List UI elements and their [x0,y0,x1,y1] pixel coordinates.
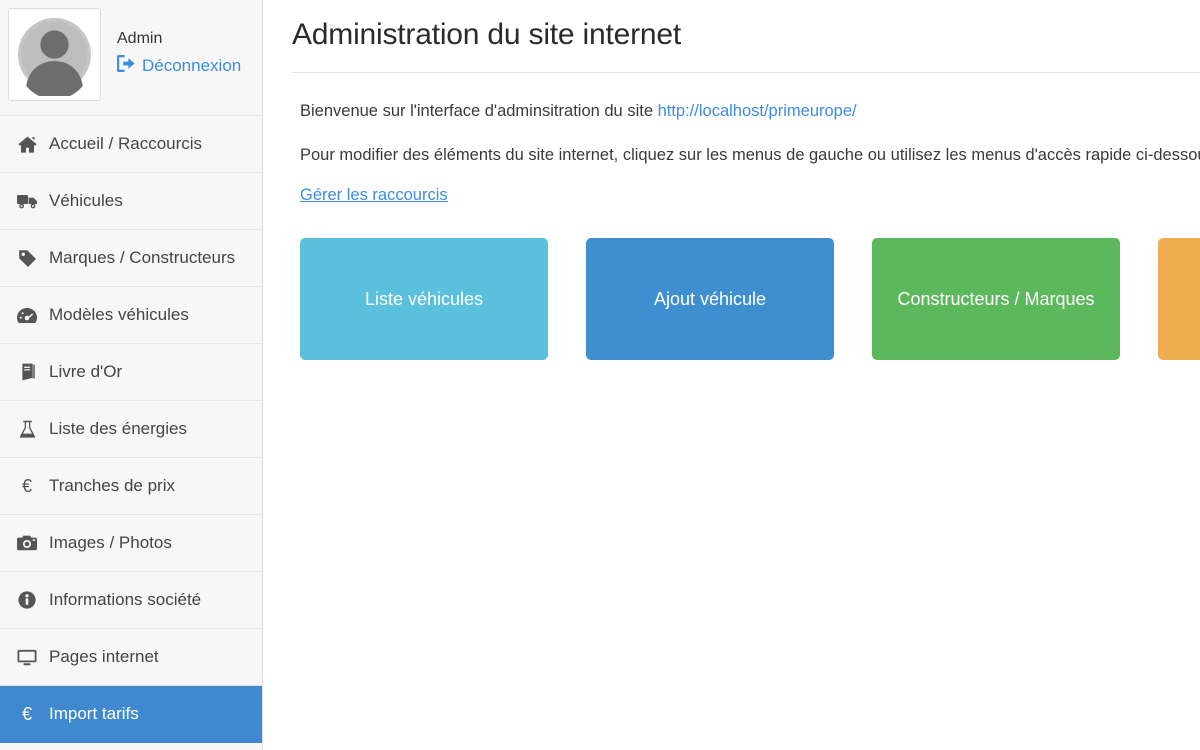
sidebar-item-modeles-vehicules[interactable]: Modèles véhicules [0,287,262,344]
sidebar-item-vehicules[interactable]: Véhicules [0,173,262,230]
camera-icon [14,535,40,551]
site-url-link[interactable]: http://localhost/primeurope/ [658,102,857,120]
shortcut-tiles: Liste véhicules Ajout véhicule Construct… [300,238,1200,361]
instructions-paragraph: Pour modifier des éléments du site inter… [300,145,1200,164]
user-name: Admin [117,30,163,47]
page-title: Administration du site internet [292,18,682,51]
logout-link[interactable]: Déconnexion [117,55,241,77]
shortcut-tile-ajout-vehicule[interactable]: Ajout véhicule [586,238,834,361]
avatar [8,8,101,101]
sidebar-item-label: Accueil / Raccourcis [49,134,203,153]
sidebar-item-import-tarifs[interactable]: € Import tarifs [0,686,262,743]
sidebar-item-label: Tranches de prix [49,476,175,495]
logout-label: Déconnexion [142,56,242,75]
sidebar-item-label: Liste des énergies [49,419,187,438]
euro-icon: € [21,704,32,724]
sidebar-item-label: Import tarifs [49,704,139,723]
truck-icon [14,193,40,209]
welcome-text: Bienvenue sur l'interface d'adminsitrati… [300,102,658,120]
book-icon [14,363,40,381]
tile-label: Ajout véhicule [653,288,767,309]
sidebar-item-images-photos[interactable]: Images / Photos [0,515,262,572]
desktop-icon [14,649,40,666]
gauge-icon [14,307,40,324]
sidebar-item-liste-des-energies[interactable]: Liste des énergies [0,401,262,458]
title-divider [292,72,1200,73]
sign-out-icon [117,55,135,77]
sidebar-item-label: Modèles véhicules [49,305,189,324]
euro-icon: € [21,476,32,496]
sidebar-item-label: Marques / Constructeurs [49,248,236,267]
sidebar-item-informations-societe[interactable]: Informations société [0,572,262,629]
admin-page: Admin Déconnexion Accueil / Raccourcis V… [0,0,1200,750]
sidebar-item-label: Véhicules [49,191,123,210]
sidebar-item-livre-dor[interactable]: Livre d'Or [0,344,262,401]
welcome-paragraph: Bienvenue sur l'interface d'adminsitrati… [300,99,1200,125]
sidebar-item-label: Informations société [49,590,202,609]
tile-label: Constructeurs / Marques [897,288,1095,309]
sidebar-item-label: Pages internet [49,647,159,666]
home-icon [14,136,40,153]
sidebar-item-marques-constructeurs[interactable]: Marques / Constructeurs [0,230,262,287]
sidebar-item-accueil-raccourcis[interactable]: Accueil / Raccourcis [0,116,262,173]
tile-label: Liste véhicules [364,288,484,309]
sidebar-item-pages-internet[interactable]: Pages internet [0,629,262,686]
shortcut-tile-liste-vehicules[interactable]: Liste véhicules [300,238,548,361]
sidebar-item-tranches-de-prix[interactable]: € Tranches de prix [0,458,262,515]
info-icon [14,591,40,609]
sidebar-menu: Accueil / Raccourcis Véhicules Marques /… [0,116,262,743]
shortcut-tile-constructeurs-marques[interactable]: Constructeurs / Marques [872,238,1120,361]
sidebar-item-label: Images / Photos [49,533,172,552]
tag-icon [14,249,40,268]
content-body: Bienvenue sur l'interface d'adminsitrati… [292,99,1200,361]
flask-icon [14,420,40,438]
sidebar-item-label: Livre d'Or [49,362,123,381]
user-panel: Admin Déconnexion [0,0,262,116]
user-meta: Admin Déconnexion [117,8,241,77]
manage-shortcuts-link[interactable]: Gérer les raccourcis [300,186,448,205]
shortcut-tile-orange[interactable] [1158,238,1200,361]
sidebar: Admin Déconnexion Accueil / Raccourcis V… [0,0,263,750]
main-content: Administration du site internet Bienvenu… [263,0,1200,750]
